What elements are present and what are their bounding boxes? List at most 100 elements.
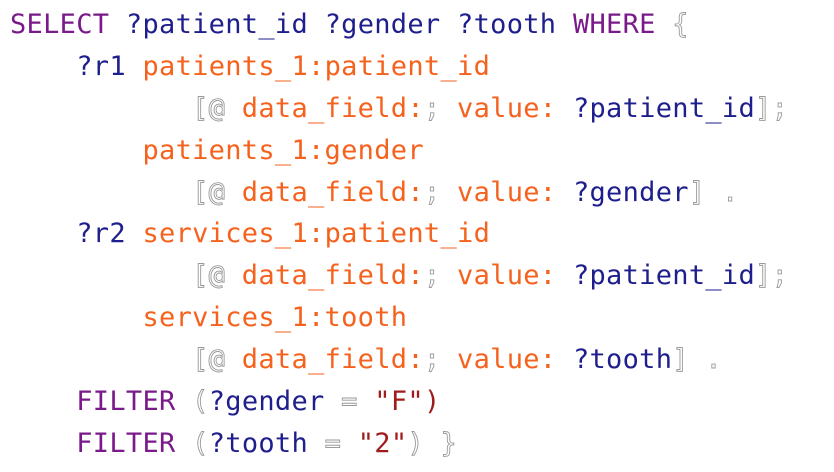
string-token: ): [423, 386, 441, 418]
variable-token: ?patient_id: [572, 260, 756, 292]
predicate-token: value:: [457, 176, 557, 208]
predicate-token: services_1:tooth: [142, 302, 408, 334]
punctuation-token: ]: [672, 344, 689, 376]
punctuation-token: [: [192, 260, 209, 292]
punctuation-token: =: [324, 427, 342, 459]
code-line: FILTER (?gender = "F"): [10, 381, 788, 423]
punctuation-token: @: [208, 260, 226, 292]
predicate-token: patients_1:gender: [142, 134, 424, 166]
variable-token: ?gender: [572, 176, 689, 208]
variable-token: ?tooth: [572, 344, 673, 376]
punctuation-token: [: [192, 344, 209, 376]
punctuation-token: ]: [755, 260, 772, 292]
punctuation-token: [: [192, 176, 209, 208]
variable-token: ?gender: [324, 9, 441, 40]
keyword-token: FILTER: [76, 386, 176, 418]
variable-token: ?tooth: [208, 427, 309, 459]
punctuation-token: =: [341, 386, 358, 418]
predicate-token: patients_1:patient_id: [142, 50, 491, 82]
code-line: [@ data_field:; value: ?patient_id];: [10, 255, 789, 297]
keyword-token: SELECT: [10, 9, 110, 40]
code-line: [@ data_field:; value: ?patient_id];: [10, 88, 789, 130]
punctuation-token: }: [440, 427, 458, 459]
punctuation-token: @: [208, 92, 226, 124]
code-line: [@ data_field:; value: ?tooth] .: [10, 339, 788, 381]
punctuation-token: ;: [423, 260, 441, 292]
predicate-token: value:: [457, 92, 557, 124]
code-editor[interactable]: SELECT ?patient_id ?gender ?tooth WHERE …: [0, 0, 834, 472]
predicate-token: services_1:patient_id: [142, 218, 491, 250]
variable-token: ?tooth: [457, 9, 557, 40]
punctuation-token: [: [192, 92, 209, 124]
predicate-token: data_field:: [241, 260, 424, 292]
punctuation-token: .: [721, 176, 739, 208]
punctuation-token: {: [672, 9, 689, 41]
variable-token: ?gender: [208, 386, 325, 418]
punctuation-token: ;: [423, 92, 441, 124]
keyword-token: FILTER: [76, 427, 176, 459]
punctuation-token: ;: [771, 260, 789, 292]
punctuation-token: ;: [423, 344, 441, 376]
variable-token: ?patient_id: [125, 9, 309, 40]
code-line: ?r1 patients_1:patient_id: [10, 46, 788, 88]
sparql-query[interactable]: SELECT ?patient_id ?gender ?tooth WHERE …: [10, 4, 788, 465]
code-line: SELECT ?patient_id ?gender ?tooth WHERE …: [10, 4, 788, 46]
string-token: "2": [357, 427, 408, 459]
variable-token: ?r2: [76, 218, 126, 250]
variable-token: ?r1: [76, 50, 126, 82]
code-line: FILTER (?tooth = "2") }: [10, 423, 788, 465]
predicate-token: data_field:: [241, 176, 424, 208]
keyword-token: WHERE: [572, 9, 656, 40]
code-line: [@ data_field:; value: ?gender] .: [10, 172, 788, 214]
punctuation-token: (: [192, 427, 209, 459]
punctuation-token: (: [192, 386, 209, 418]
variable-token: ?patient_id: [572, 92, 756, 124]
predicate-token: data_field:: [241, 92, 424, 124]
predicate-token: data_field:: [241, 344, 424, 376]
string-token: "F": [374, 386, 424, 418]
punctuation-token: ]: [755, 92, 772, 124]
predicate-token: value:: [457, 344, 557, 376]
punctuation-token: @: [208, 176, 226, 208]
code-line: ?r2 services_1:patient_id: [10, 213, 788, 255]
predicate-token: value:: [457, 260, 557, 292]
